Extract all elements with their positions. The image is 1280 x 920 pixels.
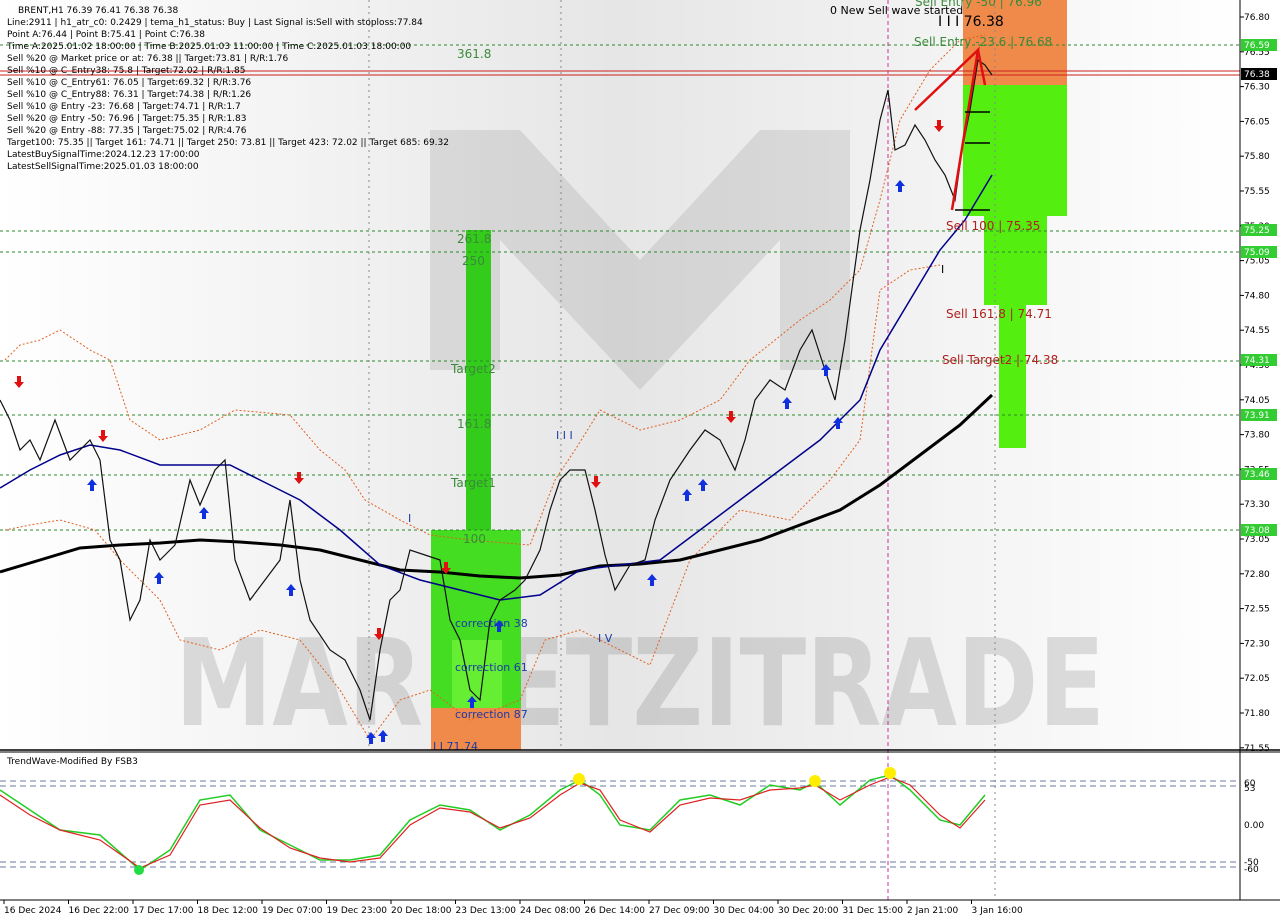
watermark-text: MARKETZITRADE [175,615,1105,754]
price-tick-label: 73.05 [1244,535,1270,545]
wave-i-label: I [408,512,411,525]
time-tick-label: 18 Dec 12:00 [198,906,259,916]
sell-zone-3 [999,305,1026,448]
time-tick-label: 2 Jan 21:00 [907,906,959,916]
time-tick-label: 16 Dec 22:00 [69,906,130,916]
wave-iv-label: I V [598,632,613,645]
price-badge-label: 73.46 [1244,470,1270,480]
price-tick-label: 76.30 [1244,83,1270,93]
wave-i-right-label: I [941,263,944,276]
time-tick-label: 20 Dec 18:00 [391,906,452,916]
price-tick-label: 76.80 [1244,13,1270,23]
price-tick-label: 72.30 [1244,639,1270,649]
wave-iii-label: I I I [556,429,573,442]
price-tick-label: 74.80 [1244,291,1270,301]
indicator-tick-label: 0.00 [1244,821,1264,831]
indicator-dot-high-1 [573,773,585,785]
sell-161-label: Sell 161.8 | 74.71 [946,307,1052,321]
info-line: Sell %10 @ C_Entry38: 75.8 | Target:72.0… [7,66,245,76]
price-tick-label: 72.80 [1244,570,1270,580]
time-tick-label: 16 Dec 2024 [4,906,62,916]
fib-161-label: 161.8 [457,417,491,431]
price-tick-label: 76.05 [1244,117,1270,127]
price-tick-label: 72.55 [1244,605,1270,615]
info-line: Sell %20 @ Entry -88: 77.35 | Target:75.… [7,126,247,136]
info-line: Sell %10 @ C_Entry61: 76.05 | Target:69.… [7,78,251,88]
sell-entry-label: Sell Entry -23.6 | 76.68 [914,35,1052,49]
price-tick-label: 75.05 [1244,257,1270,267]
price-badge-label: 73.91 [1244,411,1270,421]
fib-100-label: 100 [463,532,486,546]
price-badge-label: 75.25 [1244,226,1270,236]
indicator-tick-label: 53 [1244,784,1255,794]
target2-label: Target2 [450,362,496,376]
price-badge-label: 76.38 [1244,70,1270,80]
info-line: Sell %10 @ C_Entry88: 76.31 | Target:74.… [7,90,251,100]
time-tick-label: 3 Jan 16:00 [972,906,1024,916]
time-tick-label: 31 Dec 15:00 [843,906,904,916]
info-line: Sell %20 @ Market price or at: 76.38 || … [7,54,288,64]
symbol-header: BRENT,H1 76.39 76.41 76.38 76.38 [18,6,178,16]
price-axis[interactable] [1240,0,1280,900]
indicator-title: TrendWave-Modified By FSB3 [6,757,138,767]
indicator-tick-label: -60 [1244,865,1259,875]
price-tick-label: 71.80 [1244,709,1270,719]
time-tick-label: 19 Dec 07:00 [262,906,323,916]
price-tick-label: 73.30 [1244,500,1270,510]
price-badge-label: 75.09 [1244,248,1270,258]
price-badge-label: 76.59 [1244,41,1270,51]
time-tick-label: 19 Dec 23:00 [327,906,388,916]
info-line: Point A:76.44 | Point B:75.41 | Point C:… [7,30,205,40]
time-tick-label: 17 Dec 17:00 [133,906,194,916]
price-tick-label: 75.55 [1244,187,1270,197]
indicator-dot-high-2 [809,775,821,787]
price-tick-label: 73.80 [1244,431,1270,441]
indicator-dot-low [134,865,144,875]
price-tick-label: 75.80 [1244,152,1270,162]
price-tick-label: 74.05 [1244,396,1270,406]
indicator-area[interactable] [0,752,1240,900]
correction-38-label: correction 38 [455,617,528,630]
correction-61-label: correction 61 [455,661,528,674]
info-line: Line:2911 | h1_atr_c0: 0.2429 | tema_h1_… [7,18,423,28]
info-line: LatestBuySignalTime:2024.12.23 17:00:00 [7,150,200,160]
indicator-dot-high-3 [884,767,896,779]
sell-100-label: Sell 100 | 75.35 [946,219,1040,233]
time-tick-label: 30 Dec 20:00 [778,906,839,916]
target1-label: Target1 [450,476,496,490]
info-line: LatestSellSignalTime:2025.01.03 18:00:00 [7,162,199,172]
time-tick-label: 26 Dec 14:00 [585,906,646,916]
price-tick-label: 74.55 [1244,326,1270,336]
time-tick-label: 24 Dec 08:00 [520,906,581,916]
correction-87-label: correction 87 [455,708,528,721]
sell-target2-label: Sell Target2 | 74.38 [942,353,1058,367]
info-line: Sell %10 @ Entry -23: 76.68 | Target:74.… [7,102,241,112]
time-tick-label: 23 Dec 13:00 [456,906,517,916]
price-badge-label: 73.08 [1244,526,1270,536]
time-tick-label: 30 Dec 04:00 [714,906,775,916]
info-line: Target100: 75.35 || Target 161: 74.71 ||… [6,138,449,148]
bottom-wave-marker: I I 71.74 [433,740,478,753]
price-badge-label: 74.31 [1244,356,1270,366]
fib-250-label: 250 [462,254,485,268]
info-line: Time A:2025.01.02 18:00:00 | Time B:2025… [6,42,411,52]
price-tick-label: 72.05 [1244,674,1270,684]
fib-361-label: 361.8 [457,47,491,61]
info-line: Sell %20 @ Entry -50: 76.96 | Target:75.… [7,114,246,124]
fib-261-label: 261.8 [457,232,491,246]
wave-status-text: 0 New Sell wave started [830,4,963,17]
time-tick-label: 27 Dec 09:00 [649,906,710,916]
